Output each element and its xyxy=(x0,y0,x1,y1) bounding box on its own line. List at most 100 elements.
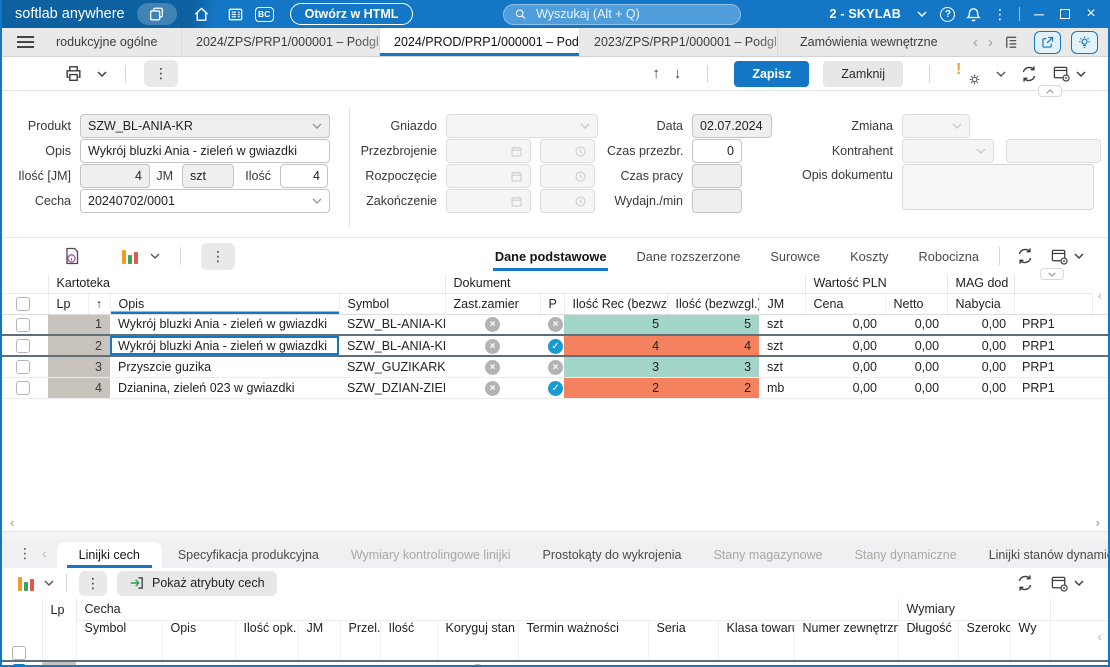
select-all-checkbox[interactable] xyxy=(16,296,30,311)
collapse-header-button[interactable] xyxy=(1038,85,1062,97)
more-actions-button[interactable]: ⋮ xyxy=(144,60,178,87)
tab-stany-dynamiczne[interactable]: Stany dynamiczne xyxy=(839,542,973,568)
col-jm[interactable]: JM xyxy=(758,293,806,315)
table-row[interactable]: 1 Wykrój bluzki Ania - zieleń w gwiazdki… xyxy=(2,314,1108,336)
cell-opis[interactable]: Dzianina, zieleń 023 w gwiazdki xyxy=(110,377,339,399)
cecha-select[interactable]: 20240702/0001 xyxy=(80,189,330,213)
detail-grid-settings-button[interactable] xyxy=(1050,574,1084,593)
col-nabycia[interactable]: Nabycia xyxy=(946,293,1015,315)
tab-dane-rozszerzone[interactable]: Dane rozszerzone xyxy=(634,240,742,273)
tab-specyfikacja-produkcyjna[interactable]: Specyfikacja produkcyjna xyxy=(162,542,335,568)
tab-linijki-cech[interactable]: Linijki cech xyxy=(56,541,162,568)
cell-opis-selected[interactable]: Wykrój bluzki Ania - zieleń w gwiazdki xyxy=(110,334,339,357)
tab-2024-zps[interactable]: 2024/ZPS/PRP1/000001 – Podgląd – S xyxy=(182,28,380,56)
cell-opis[interactable]: Przyszcie guzika xyxy=(110,356,339,378)
detail-tabs-scroll-left[interactable]: ‹ xyxy=(42,545,47,561)
tab-koszty[interactable]: Koszty xyxy=(848,240,890,273)
tab-scroll-right-button[interactable]: › xyxy=(988,34,993,51)
horizontal-scrollbar[interactable]: ‹ › xyxy=(2,514,1108,532)
col-symbol[interactable]: Symbol xyxy=(338,293,446,315)
close-button[interactable]: × xyxy=(1078,2,1104,26)
col-opis[interactable]: Opis xyxy=(161,620,235,661)
sort-asc-icon[interactable]: ↑ xyxy=(87,293,110,315)
detail-select-all-checkbox[interactable] xyxy=(12,645,26,660)
chevron-down-icon[interactable] xyxy=(996,71,1006,77)
col-ilosc-rec[interactable]: Ilość Rec (bezwzgl.) xyxy=(563,293,668,315)
col-symbol[interactable]: Symbol xyxy=(75,620,162,661)
col-lp[interactable]: Lp xyxy=(41,598,76,661)
table-row-selected[interactable]: 2 Wykrój bluzki Ania - zieleń w gwiazdki… xyxy=(2,334,1108,357)
bc-module-button[interactable]: BC xyxy=(254,6,274,22)
opis-input[interactable]: Wykrój bluzki Ania - zieleń w gwiazdki xyxy=(80,139,330,163)
table-row[interactable]: 3 Przyszcie guzika SZW_GUZIKARKA × × 3 3… xyxy=(2,356,1108,378)
scroll-right-icon[interactable]: › xyxy=(1096,515,1100,530)
close-document-button[interactable]: Zamknij xyxy=(823,60,903,87)
tab-prostokaty-do-wykrojenia[interactable]: Prostokąty do wykrojenia xyxy=(527,542,698,568)
col-przel[interactable]: Przel. xyxy=(339,620,380,661)
col-zast-zamier[interactable]: Zast.zamier xyxy=(444,293,541,315)
col-wysokosc[interactable]: Wy xyxy=(1009,620,1051,661)
right-panel-handle[interactable]: ‹ xyxy=(1098,288,1102,303)
tab-surowce[interactable]: Surowce xyxy=(768,240,822,273)
refresh-button[interactable] xyxy=(1020,65,1038,83)
col-ilosc[interactable]: Ilość xyxy=(379,620,437,661)
detail-table-row[interactable]: 1 20240702/0001 -4 szt 1 -4 × xyxy=(2,659,1108,665)
tab-wymiary-kontrolingowe[interactable]: Wymiary kontrolingowe linijki xyxy=(335,542,527,568)
ilosc-input[interactable]: 4 xyxy=(280,164,328,188)
print-button[interactable] xyxy=(64,64,107,83)
col-dlugosc[interactable]: Długość xyxy=(897,620,959,661)
share-button[interactable] xyxy=(1034,30,1061,54)
row-checkbox[interactable] xyxy=(16,317,30,332)
save-button[interactable]: Zapisz xyxy=(734,60,810,87)
assistant-button[interactable] xyxy=(1071,30,1098,54)
chart-button[interactable] xyxy=(122,249,160,264)
home-button[interactable] xyxy=(189,2,215,26)
cell-opis[interactable]: Wykrój bluzki Ania - zieleń w gwiazdki xyxy=(110,314,339,336)
col-netto[interactable]: Netto xyxy=(884,293,948,315)
section-splitter[interactable] xyxy=(2,531,1108,539)
col-cena[interactable]: Cena xyxy=(804,293,886,315)
tab-2023-zps[interactable]: 2023/ZPS/PRP1/000001 – Podgląd – S xyxy=(580,28,778,56)
col-lp[interactable]: Lp xyxy=(47,293,88,315)
tab-produkcyjne-ogolne[interactable]: rodukcyjne ogólne xyxy=(42,28,182,56)
tab-stany-magazynowe[interactable]: Stany magazynowe xyxy=(697,542,838,568)
move-up-button[interactable]: ↑ xyxy=(652,65,660,82)
refresh-positions-button[interactable] xyxy=(1016,247,1034,265)
move-down-button[interactable]: ↓ xyxy=(674,65,682,82)
col-ilosc-opk[interactable]: Ilość opk. xyxy=(234,620,298,661)
col-termin-waznosci[interactable]: Termin ważności xyxy=(517,620,648,661)
col-ilosc[interactable]: Ilość (bezwzgl.) xyxy=(666,293,760,315)
tab-2024-prod-active[interactable]: 2024/PROD/PRP1/000001 – Podgląd xyxy=(380,28,580,56)
maximize-button[interactable] xyxy=(1052,2,1078,26)
open-in-html-button[interactable]: Otwórz w HTML xyxy=(289,3,414,25)
search-input[interactable] xyxy=(534,6,731,22)
col-p[interactable]: P xyxy=(539,293,565,315)
col-koryguj-stan[interactable]: Koryguj stan xyxy=(436,620,518,661)
tab-zamowienia-wewnetrzne[interactable]: Zamówienia wewnętrzne xyxy=(778,28,960,56)
col-szerokosc[interactable]: Szerokość xyxy=(957,620,1011,661)
titlebar-menu-button[interactable]: ⋮ xyxy=(987,2,1013,26)
company-selector-dropdown[interactable] xyxy=(909,2,935,26)
row-checkbox[interactable] xyxy=(16,380,30,395)
tab-linijki-stanow-dynamicznych[interactable]: Linijki stanów dynamicznych xyxy=(973,542,1108,568)
tab-scroll-left-button[interactable]: ‹ xyxy=(973,34,978,51)
col-opis[interactable]: Opis xyxy=(109,293,339,315)
row-checkbox[interactable] xyxy=(16,338,30,353)
news-button[interactable] xyxy=(223,2,249,26)
table-row[interactable]: 4 Dzianina, zieleń 023 w gwiazdki SZW_DZ… xyxy=(2,377,1108,399)
col-numer-zewnetrzny[interactable]: Numer zewnętrzny xyxy=(793,620,899,661)
global-search[interactable] xyxy=(503,3,742,25)
detail-more-button[interactable]: ⋮ xyxy=(79,570,107,596)
main-menu-button[interactable] xyxy=(2,28,42,56)
minimize-button[interactable]: ─ xyxy=(1026,2,1052,26)
collapse-grid-button[interactable] xyxy=(1040,268,1064,280)
detail-chart-button[interactable] xyxy=(18,576,54,591)
refresh-detail-button[interactable] xyxy=(1016,574,1034,592)
tab-robocizna[interactable]: Robocizna xyxy=(917,240,981,273)
help-button[interactable]: ? xyxy=(935,2,961,26)
row-checkbox[interactable] xyxy=(16,360,30,375)
positions-more-button[interactable]: ⋮ xyxy=(201,242,235,270)
notifications-button[interactable] xyxy=(961,2,987,26)
tab-dane-podstawowe[interactable]: Dane podstawowe xyxy=(492,240,609,273)
czas-przezbr-input[interactable]: 0 xyxy=(692,139,742,163)
